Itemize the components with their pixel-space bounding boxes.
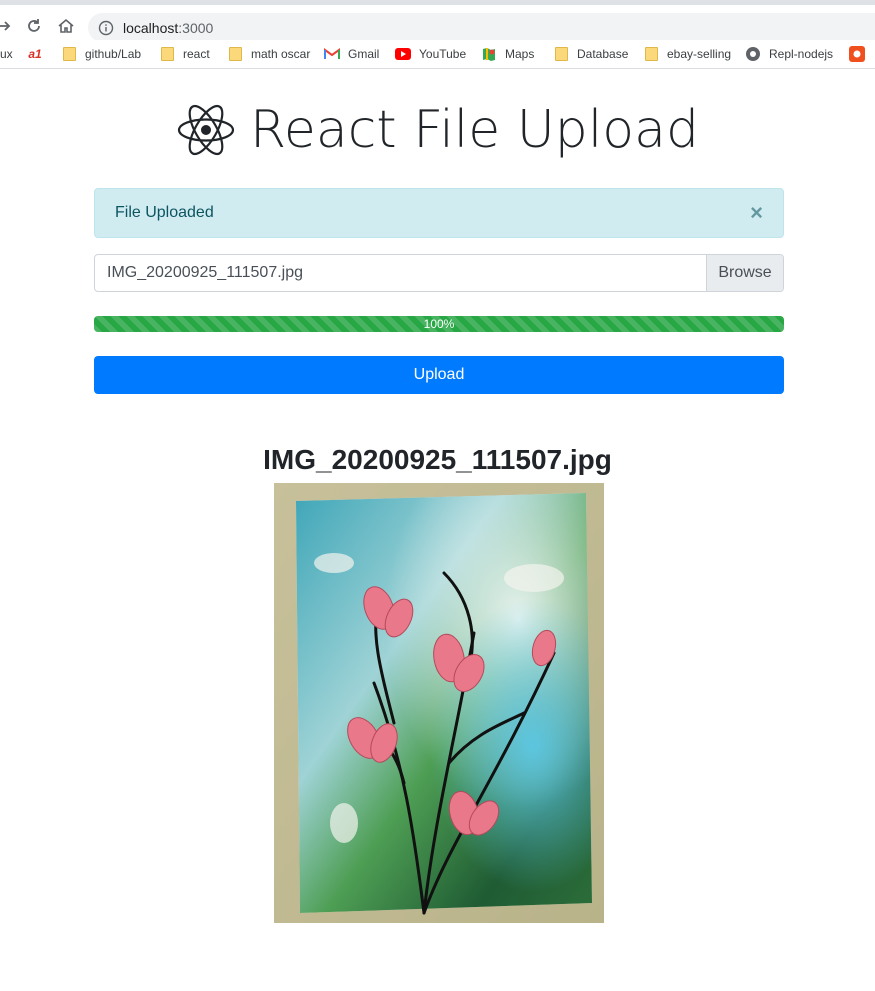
forward-arrow-icon[interactable] [0, 15, 16, 37]
progress-bar-fill: 100% [94, 316, 784, 332]
bookmark-ux[interactable]: ux [0, 45, 13, 63]
upload-progress: 100% [94, 316, 784, 332]
bookmark-label: Maps [505, 47, 535, 61]
bookmark-repl-nodejs[interactable]: Repl-nodejs [745, 45, 833, 63]
bookmarks-bar: ux a1 github/Lab react math oscar Gmail … [0, 40, 875, 69]
bookmark-label: math oscar [251, 47, 311, 61]
home-icon[interactable] [55, 15, 77, 37]
bookmark-label: YouTube [419, 47, 467, 61]
url-host: localhost [123, 19, 179, 36]
repl-icon [745, 46, 761, 62]
bookmark-gmail[interactable]: Gmail [324, 45, 379, 63]
upload-success-alert: File Uploaded × [94, 188, 784, 238]
folder-icon [643, 46, 659, 62]
bookmark-label: Gmail [348, 47, 380, 61]
folder-icon [159, 46, 175, 62]
bookmark-ebay-selling[interactable]: ebay-selling [643, 45, 731, 63]
ai-red-icon: a1 [28, 47, 42, 61]
bookmark-math-oscar[interactable]: math oscar [227, 45, 310, 63]
reload-icon[interactable] [23, 15, 45, 37]
browser-toolbar: localhost:3000 [0, 5, 875, 42]
gmail-icon [324, 46, 340, 62]
url-text: localhost:3000 [123, 20, 213, 36]
folder-icon [553, 46, 569, 62]
bookmark-label: react [183, 47, 210, 61]
bookmark-label: github/Lab [85, 47, 142, 61]
file-input-label[interactable]: IMG_20200925_111507.jpg [95, 255, 706, 291]
page-title: React File Upload [0, 100, 875, 160]
uploaded-image [274, 483, 604, 923]
bookmark-label: Database [577, 47, 629, 61]
bookmark-github-lab[interactable]: github/Lab [61, 45, 141, 63]
bookmark-label: ux [0, 47, 13, 61]
folder-icon [61, 46, 77, 62]
bookmark-database[interactable]: Database [553, 45, 628, 63]
page-title-text: React File Upload [250, 100, 699, 160]
bookmark-maps[interactable]: Maps [481, 45, 534, 63]
uploaded-file-title: IMG_20200925_111507.jpg [263, 444, 612, 475]
react-logo-icon [177, 104, 235, 156]
upload-button[interactable]: Upload [94, 356, 784, 394]
bookmark-red-app[interactable] [849, 45, 873, 63]
maps-icon [481, 46, 497, 62]
youtube-icon [395, 46, 411, 62]
bookmark-youtube[interactable]: YouTube [395, 45, 466, 63]
address-bar[interactable]: localhost:3000 [88, 13, 875, 42]
file-chooser[interactable]: IMG_20200925_111507.jpg Browse [94, 254, 784, 292]
close-icon[interactable]: × [750, 200, 763, 226]
browse-button[interactable]: Browse [706, 255, 783, 291]
progress-label: 100% [423, 317, 455, 331]
url-port: :3000 [178, 19, 214, 36]
bookmark-label: Repl-nodejs [769, 47, 834, 61]
red-app-icon [849, 46, 865, 62]
info-icon[interactable] [98, 20, 114, 36]
folder-icon [227, 46, 243, 62]
alert-message: File Uploaded [115, 204, 214, 221]
bookmark-ai[interactable]: a1 [27, 45, 51, 63]
bookmark-react[interactable]: react [159, 45, 210, 63]
bookmark-label: ebay-selling [667, 47, 732, 61]
